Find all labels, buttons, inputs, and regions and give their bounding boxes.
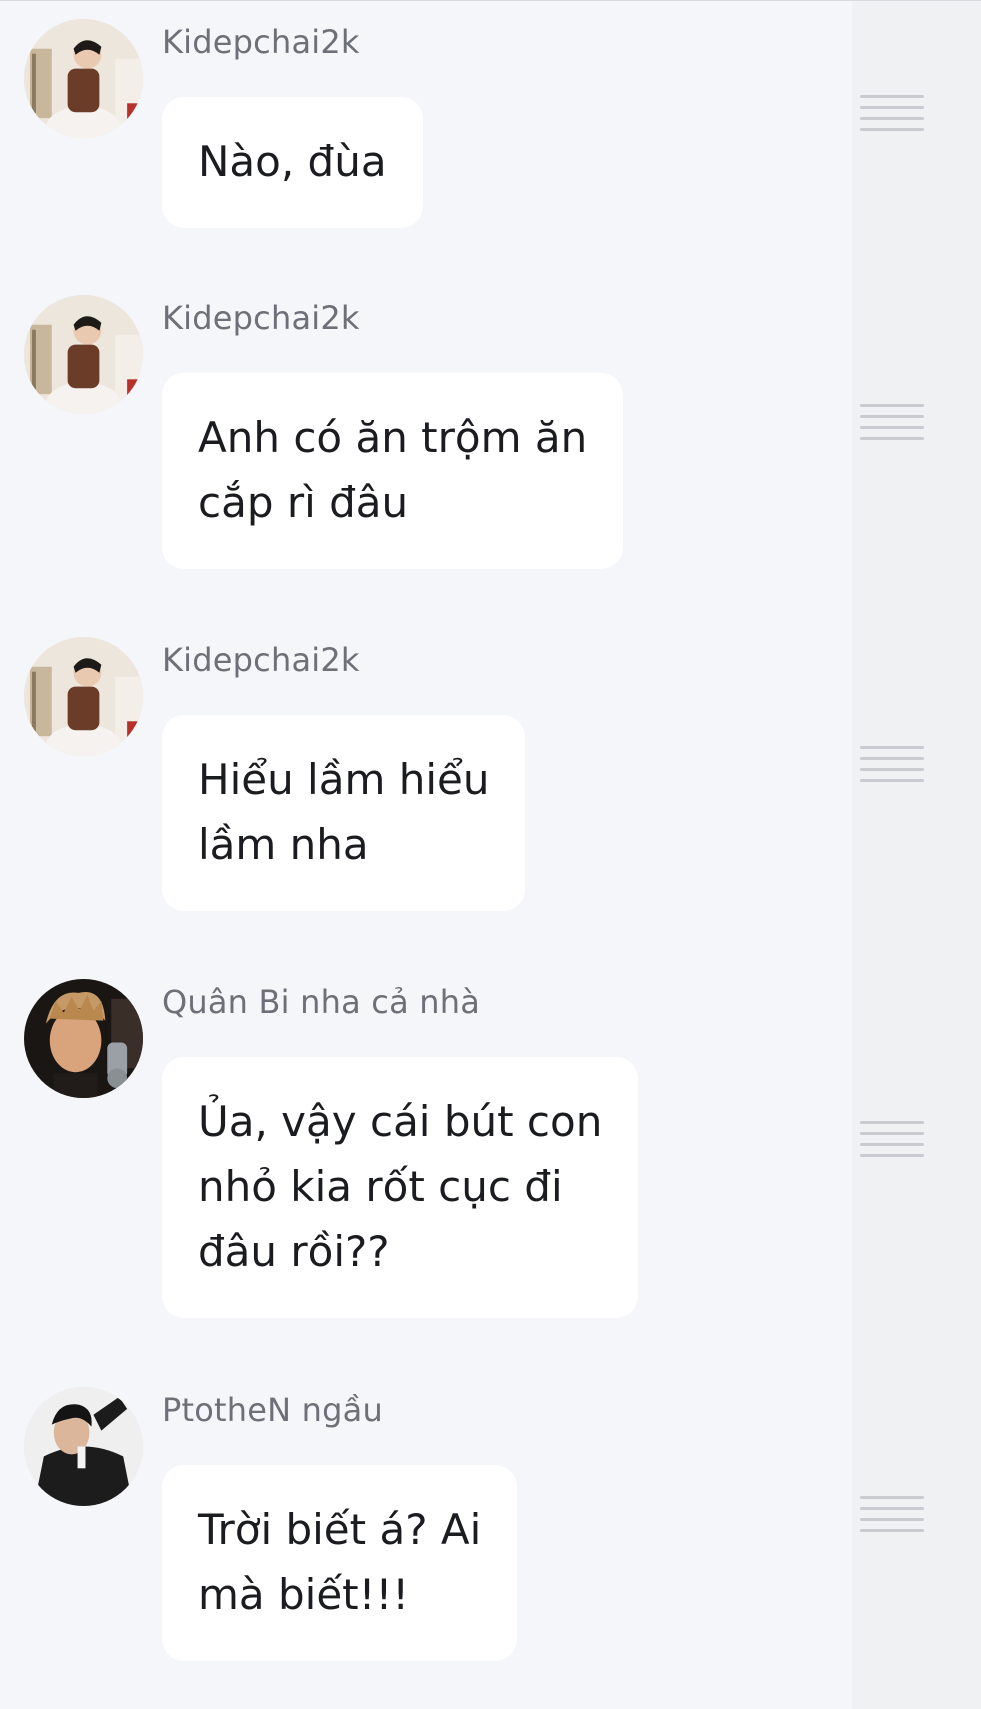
drag-handle-icon[interactable] [860,404,924,440]
quanbi-avatar-image [24,979,143,1098]
avatar[interactable] [24,979,143,1098]
sender-name: Kidepchai2k [162,23,360,61]
chat-message: Kidepchai2k Hiểu lầm hiểu lầm nha [0,637,852,917]
side-panel [852,1,981,1709]
message-bubble[interactable]: Anh có ăn trộm ăn cắp rì đâu [162,373,624,569]
chat-message: Kidepchai2k Nào, đùa [0,19,852,239]
drag-handle-icon[interactable] [860,746,924,782]
sender-name: Kidepchai2k [162,641,360,679]
sender-name: Quân Bi nha cả nhà [162,983,481,1021]
kidepchai2k-avatar-image [24,295,143,414]
kidepchai2k-avatar-image [24,637,143,756]
sender-name: Kidepchai2k [162,299,360,337]
kidepchai2k-avatar-image [24,19,143,138]
ptothen-avatar-image [24,1387,143,1506]
chat-message: Kidepchai2k Anh có ăn trộm ăn cắp rì đâu [0,295,852,575]
message-bubble[interactable]: Hiểu lầm hiểu lầm nha [162,715,526,911]
sender-name: PtotheN ngầu [162,1391,383,1429]
avatar[interactable] [24,19,143,138]
chat-message: PtotheN ngầu Trời biết á? Ai mà biết!!! [0,1387,852,1667]
avatar[interactable] [24,637,143,756]
message-bubble[interactable]: Ủa, vậy cái bút con nhỏ kia rốt cục đi đ… [162,1057,639,1318]
drag-handle-icon[interactable] [860,1496,924,1532]
avatar[interactable] [24,295,143,414]
drag-handle-icon[interactable] [860,95,924,131]
chat-screen: Kidepchai2k Nào, đùa Kidepchai2k Anh có … [0,0,981,1709]
avatar[interactable] [24,1387,143,1506]
message-bubble[interactable]: Nào, đùa [162,97,423,228]
chat-message: Quân Bi nha cả nhà Ủa, vậy cái bút con n… [0,979,852,1324]
message-bubble[interactable]: Trời biết á? Ai mà biết!!! [162,1465,518,1661]
drag-handle-icon[interactable] [860,1121,924,1157]
